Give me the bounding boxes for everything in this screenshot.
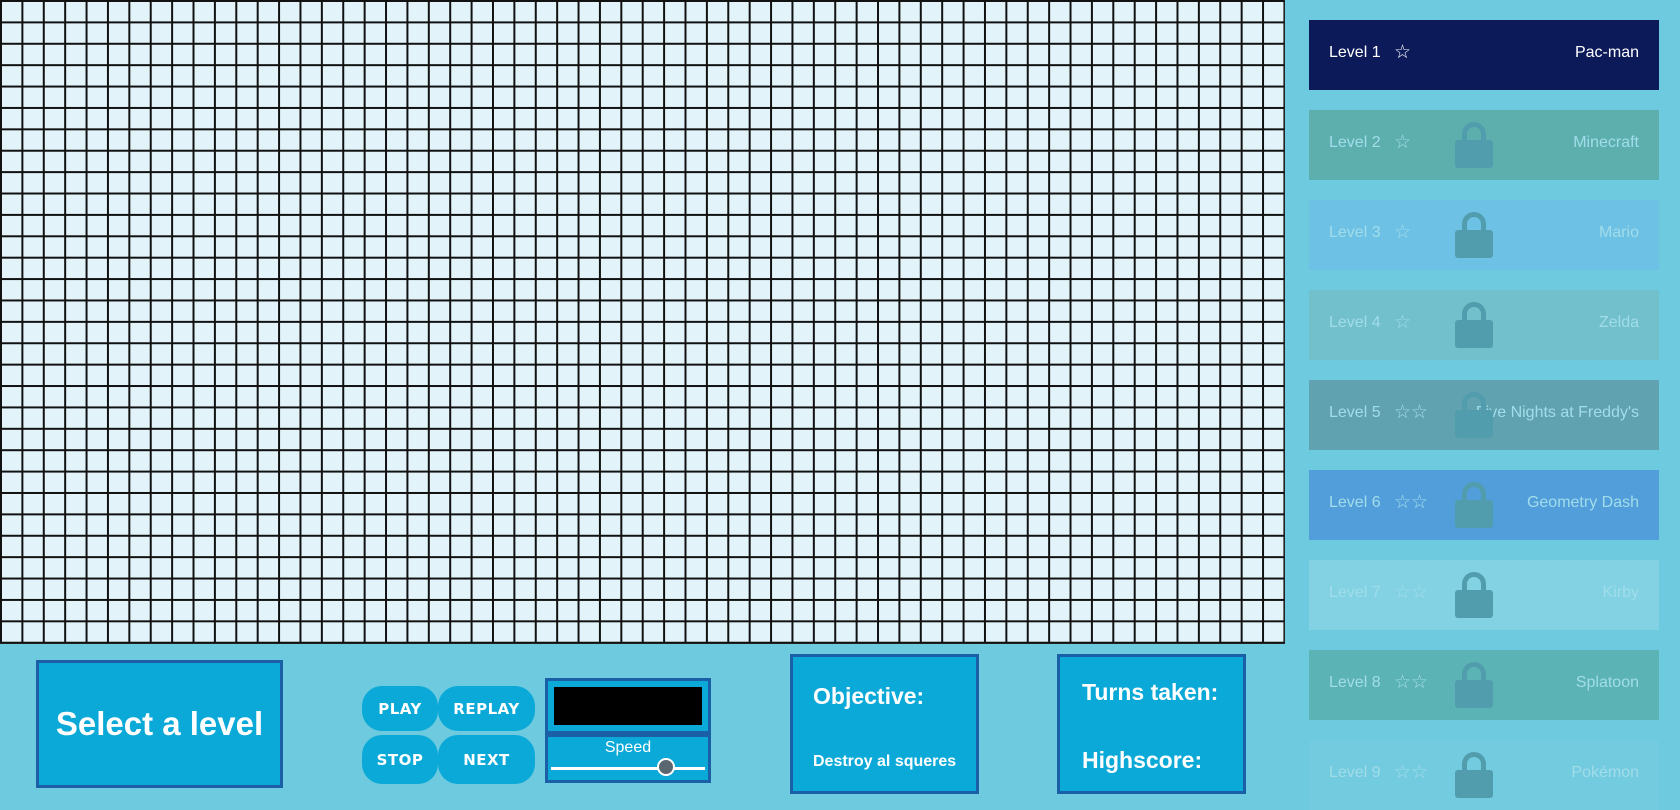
stop-button[interactable]: STOP — [362, 735, 438, 784]
level-game-name: Five Nights at Freddy's — [1475, 404, 1639, 421]
level-card-6[interactable]: Level 6 ☆☆ Geometry Dash — [1309, 470, 1659, 540]
score-panel: Turns taken: Highscore: — [1057, 654, 1246, 794]
lock-icon — [1455, 752, 1493, 798]
display-panel — [545, 678, 711, 734]
star-icon: ☆☆ — [1394, 402, 1429, 423]
level-label: Level 4 — [1329, 314, 1381, 331]
level-card-8[interactable]: Level 8 ☆☆ Splatoon — [1309, 650, 1659, 720]
level-label: Level 2 — [1329, 134, 1381, 151]
star-icon: ☆☆ — [1394, 582, 1429, 603]
level-card-1[interactable]: Level 1 ☆ Pac-man — [1309, 20, 1659, 90]
level-game-name: Kirby — [1602, 584, 1639, 601]
display-screen — [554, 687, 702, 725]
level-card-4[interactable]: Level 4 ☆ Zelda — [1309, 290, 1659, 360]
lock-icon — [1455, 572, 1493, 618]
play-button[interactable]: PLAY — [362, 686, 438, 731]
lock-icon — [1455, 482, 1493, 528]
objective-title: Objective: — [813, 683, 925, 709]
level-card-5[interactable]: Level 5 ☆☆ Five Nights at Freddy's — [1309, 380, 1659, 450]
level-label: Level 6 — [1329, 494, 1381, 511]
star-icon: ☆ — [1394, 42, 1412, 63]
highscore-label: Highscore: — [1082, 747, 1203, 773]
next-button[interactable]: NEXT — [438, 735, 535, 784]
speed-label: Speed — [604, 739, 652, 756]
replay-button[interactable]: REPLAY — [438, 686, 535, 731]
lock-icon — [1455, 302, 1493, 348]
level-label: Level 3 — [1329, 224, 1381, 241]
level-game-name: Zelda — [1598, 314, 1639, 331]
level-game-name: Minecraft — [1573, 134, 1639, 151]
level-game-name: Mario — [1598, 224, 1639, 241]
level-game-name: Pac-man — [1574, 44, 1639, 61]
level-game-name: Pokémon — [1571, 764, 1639, 781]
level-game-name: Geometry Dash — [1526, 494, 1639, 511]
speed-slider-track[interactable] — [551, 767, 705, 770]
star-icon: ☆☆ — [1394, 762, 1429, 783]
star-icon: ☆☆ — [1394, 672, 1429, 693]
lock-icon — [1455, 662, 1493, 708]
level-label: Level 9 — [1329, 764, 1381, 781]
level-card-3[interactable]: Level 3 ☆ Mario — [1309, 200, 1659, 270]
star-icon: ☆ — [1394, 222, 1412, 243]
level-list: Level 1 ☆ Pac-man Level 2 ☆ Minecraft Level 3 ☆… — [1285, 0, 1680, 810]
lock-icon — [1455, 122, 1493, 168]
select-level-text: Select a level — [55, 705, 264, 742]
speed-slider-handle[interactable] — [657, 758, 676, 776]
lock-icon — [1455, 212, 1493, 258]
level-card-7[interactable]: Level 7 ☆☆ Kirby — [1309, 560, 1659, 630]
level-label: Level 5 — [1329, 404, 1381, 421]
level-card-2[interactable]: Level 2 ☆ Minecraft — [1309, 110, 1659, 180]
level-game-name: Splatoon — [1575, 674, 1639, 691]
level-card-9[interactable]: Level 9 ☆☆ Pokémon — [1309, 740, 1659, 810]
objective-panel: Objective: Destroy al squeres — [790, 654, 979, 794]
level-label: Level 7 — [1329, 584, 1381, 601]
turns-taken-label: Turns taken: — [1082, 679, 1219, 705]
star-icon: ☆ — [1394, 312, 1412, 333]
game-grid[interactable] — [0, 0, 1285, 644]
select-level-panel: Select a level — [36, 660, 283, 788]
level-label: Level 8 — [1329, 674, 1381, 691]
star-icon: ☆☆ — [1394, 492, 1429, 513]
objective-text: Destroy al squeres — [813, 753, 957, 770]
lock-icon — [1455, 392, 1493, 438]
speed-panel: Speed — [545, 734, 711, 783]
star-icon: ☆ — [1394, 132, 1412, 153]
level-label: Level 1 — [1329, 44, 1381, 61]
